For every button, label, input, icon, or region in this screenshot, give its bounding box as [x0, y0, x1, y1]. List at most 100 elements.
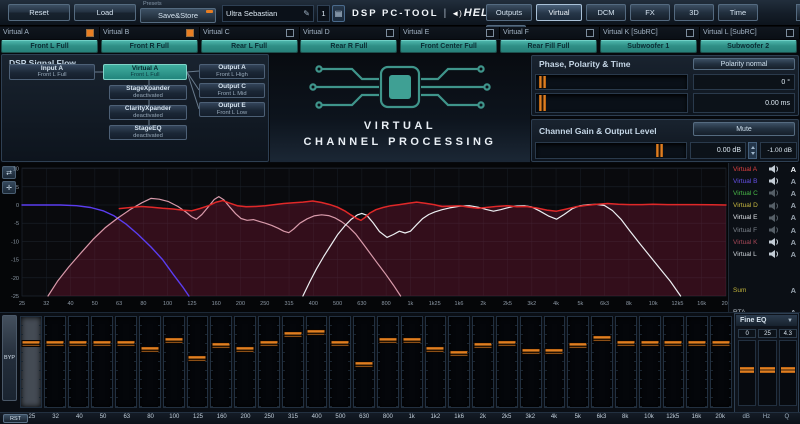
- eq-band-handle-10k[interactable]: [640, 340, 659, 347]
- fine-eq-value-hz[interactable]: 25: [758, 329, 776, 338]
- eq-band-handle-125[interactable]: [188, 355, 207, 362]
- eq-bypass-button[interactable]: BYP: [2, 315, 17, 401]
- eq-band-handle-315[interactable]: [283, 331, 302, 338]
- eq-band-80[interactable]: [139, 316, 161, 408]
- reset-button[interactable]: Reset: [8, 4, 70, 21]
- speaker-icon[interactable]: [769, 189, 781, 197]
- polarity-button[interactable]: Polarity normal: [693, 58, 795, 70]
- load-button[interactable]: Load: [74, 4, 136, 21]
- eq-band-25[interactable]: [20, 316, 42, 408]
- auto-badge[interactable]: A: [791, 165, 796, 174]
- eq-band-630[interactable]: [353, 316, 375, 408]
- delay-slider[interactable]: [535, 93, 688, 113]
- nav-time-button[interactable]: Time: [718, 4, 758, 21]
- eq-band-10k[interactable]: [639, 316, 661, 408]
- eq-band-250[interactable]: [258, 316, 280, 408]
- channel-button-front-l-full[interactable]: Front L Full: [1, 40, 98, 53]
- eq-band-1k2[interactable]: [425, 316, 447, 408]
- legend-row-virtual-l[interactable]: Virtual LA: [729, 248, 800, 260]
- nav-fx-button[interactable]: FX: [630, 4, 670, 21]
- eq-band-6k3[interactable]: [591, 316, 613, 408]
- flow-stageeq-box[interactable]: StageEQ deactivated: [109, 125, 187, 140]
- eq-band-50[interactable]: [91, 316, 113, 408]
- eq-band-handle-80[interactable]: [140, 346, 159, 353]
- flow-output-c-box[interactable]: Output C Front L Mid: [199, 83, 265, 98]
- eq-band-63[interactable]: [115, 316, 137, 408]
- eq-band-handle-2k5[interactable]: [497, 340, 516, 347]
- virtual-tab-checkbox[interactable]: [486, 29, 494, 37]
- nav-dcm-button[interactable]: DCM: [586, 4, 626, 21]
- eq-band-160[interactable]: [210, 316, 232, 408]
- speaker-icon[interactable]: [769, 177, 781, 185]
- auto-badge[interactable]: A: [791, 226, 796, 235]
- eq-band-handle-50[interactable]: [93, 340, 112, 347]
- eq-band-400[interactable]: [306, 316, 328, 408]
- eq-band-500[interactable]: [329, 316, 351, 408]
- eq-band-100[interactable]: [163, 316, 185, 408]
- flow-input-box[interactable]: Input A Front L Full: [9, 64, 95, 80]
- virtual-tab-h[interactable]: Virtual L [SubRC]: [700, 27, 800, 39]
- eq-band-handle-1k[interactable]: [402, 337, 421, 344]
- virtual-tab-e[interactable]: Virtual E: [400, 27, 500, 39]
- virtual-tab-checkbox[interactable]: [286, 29, 294, 37]
- eq-band-200[interactable]: [234, 316, 256, 408]
- auto-badge[interactable]: A: [791, 238, 796, 247]
- eq-band-handle-6k3[interactable]: [593, 335, 612, 342]
- eq-band-handle-16k[interactable]: [688, 340, 707, 347]
- eq-band-handle-3k2[interactable]: [521, 348, 540, 355]
- fine-eq-value-q[interactable]: 4.3: [779, 329, 797, 338]
- nav-3d-button[interactable]: 3D: [674, 4, 714, 21]
- response-plot[interactable]: 2532405063801001251602002503154005006308…: [0, 163, 728, 312]
- channel-button-rear-fill-full[interactable]: Rear Fill Full: [500, 40, 597, 53]
- delay-ms-value[interactable]: 0.00 ms: [693, 93, 795, 113]
- eq-band-8k[interactable]: [615, 316, 637, 408]
- eq-band-3k2[interactable]: [520, 316, 542, 408]
- memory-number-field[interactable]: 1: [317, 5, 330, 22]
- speaker-icon[interactable]: [769, 226, 781, 234]
- phase-degrees-value[interactable]: 0 °: [693, 74, 795, 90]
- eq-band-handle-630[interactable]: [355, 361, 374, 368]
- gain-slider[interactable]: [535, 142, 687, 159]
- eq-band-handle-500[interactable]: [331, 340, 350, 347]
- fine-eq-value-db[interactable]: 0: [738, 329, 756, 338]
- eq-band-handle-1k6[interactable]: [450, 350, 469, 357]
- eq-band-handle-8k[interactable]: [616, 340, 635, 347]
- eq-band-handle-12k5[interactable]: [664, 340, 683, 347]
- mute-button[interactable]: Mute: [693, 122, 795, 136]
- flow-stagexpander-box[interactable]: StageXpander deactivated: [109, 85, 187, 100]
- speaker-icon[interactable]: [769, 250, 781, 258]
- nav-virtual-button[interactable]: Virtual: [536, 4, 582, 21]
- auto-badge[interactable]: A: [791, 201, 796, 210]
- gain-db-value[interactable]: 0.00 dB: [690, 142, 746, 159]
- eq-band-handle-800[interactable]: [378, 337, 397, 344]
- auto-badge[interactable]: A: [791, 286, 796, 295]
- channel-button-rear-r-full[interactable]: Rear R Full: [300, 40, 397, 53]
- channel-button-subwoofer-2[interactable]: Subwoofer 2: [700, 40, 797, 53]
- phase-slider[interactable]: [535, 74, 688, 90]
- virtual-tab-checkbox[interactable]: [786, 29, 794, 37]
- virtual-tab-c[interactable]: Virtual C: [200, 27, 300, 39]
- fine-eq-handle[interactable]: [760, 367, 774, 373]
- eq-band-1k[interactable]: [401, 316, 423, 408]
- eq-band-2k5[interactable]: [496, 316, 518, 408]
- channel-button-subwoofer-1[interactable]: Subwoofer 1: [600, 40, 697, 53]
- nav-outputs-button[interactable]: Outputs: [486, 4, 532, 21]
- legend-row-virtual-d[interactable]: Virtual DA: [729, 200, 800, 212]
- virtual-tab-checkbox[interactable]: [586, 29, 594, 37]
- eq-band-40[interactable]: [68, 316, 90, 408]
- eq-band-4k[interactable]: [544, 316, 566, 408]
- delay-slider-handle[interactable]: [539, 95, 546, 111]
- eq-band-16k[interactable]: [686, 316, 708, 408]
- legend-row-virtual-e[interactable]: Virtual EA: [729, 212, 800, 224]
- gain-slider-handle[interactable]: [656, 144, 663, 157]
- fine-eq-handle[interactable]: [781, 367, 795, 373]
- eq-band-1k6[interactable]: [448, 316, 470, 408]
- legend-row-virtual-b[interactable]: Virtual BA: [729, 175, 800, 187]
- legend-row-virtual-a[interactable]: Virtual AA: [729, 163, 800, 175]
- eq-band-handle-160[interactable]: [212, 342, 231, 349]
- virtual-tab-checkbox[interactable]: [686, 29, 694, 37]
- eq-band-handle-25[interactable]: [21, 340, 40, 347]
- eq-band-5k[interactable]: [567, 316, 589, 408]
- fine-eq-handle[interactable]: [740, 367, 754, 373]
- virtual-tab-checkbox[interactable]: [186, 29, 194, 37]
